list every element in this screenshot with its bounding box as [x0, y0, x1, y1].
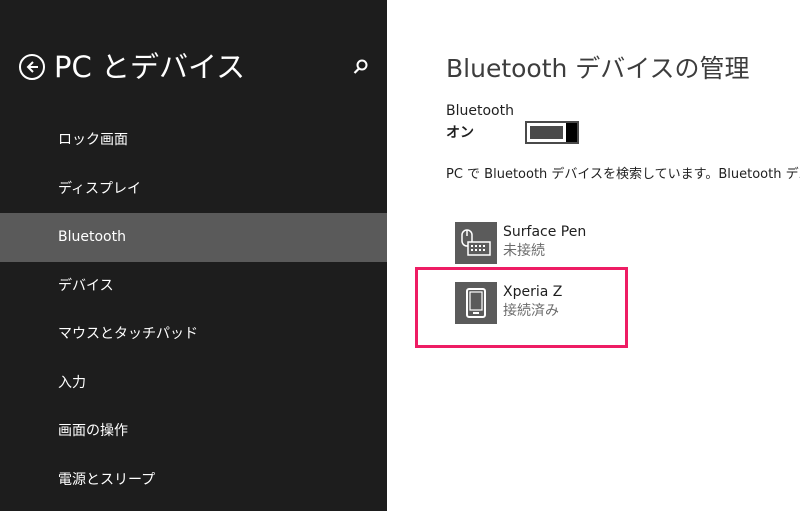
page-title: Bluetooth デバイスの管理 — [446, 54, 750, 83]
search-icon[interactable] — [351, 57, 371, 77]
device-item-surface-pen[interactable]: Surface Pen 未接続 — [455, 222, 655, 268]
highlight-box — [415, 267, 628, 348]
sidebar-item-corners-edges[interactable]: 画面の操作 — [0, 407, 387, 456]
sidebar-item-lock-screen[interactable]: ロック画面 — [0, 116, 387, 165]
toggle-track-fill — [530, 126, 563, 139]
sidebar-item-mouse-touchpad[interactable]: マウスとタッチパッド — [0, 310, 387, 359]
toggle-thumb — [566, 123, 577, 142]
mouse-keyboard-icon — [455, 222, 497, 264]
main-content: Bluetooth デバイスの管理 Bluetooth オン PC で Blue… — [387, 0, 800, 511]
sidebar-item-devices[interactable]: デバイス — [0, 262, 387, 311]
sidebar-item-typing[interactable]: 入力 — [0, 359, 387, 408]
sidebar-item-power-sleep[interactable]: 電源とスリープ — [0, 456, 387, 505]
sidebar-title: PC とデバイス — [54, 50, 246, 84]
device-name: Surface Pen — [503, 224, 587, 240]
bluetooth-state-label: オン — [446, 125, 474, 141]
search-status-text: PC で Bluetooth デバイスを検索しています。Bluetooth デバ… — [446, 167, 800, 182]
sidebar-item-display[interactable]: ディスプレイ — [0, 165, 387, 214]
device-status: 未接続 — [503, 243, 545, 259]
sidebar-item-bluetooth[interactable]: Bluetooth — [0, 213, 387, 262]
sidebar-nav: ロック画面 ディスプレイ Bluetooth デバイス マウスとタッチパッド 入… — [0, 116, 387, 504]
bluetooth-toggle[interactable] — [525, 121, 579, 144]
bluetooth-label: Bluetooth — [446, 103, 514, 119]
sidebar: PC とデバイス ロック画面 ディスプレイ Bluetooth デバイス マウス… — [0, 0, 387, 511]
back-arrow-icon[interactable] — [19, 54, 45, 80]
